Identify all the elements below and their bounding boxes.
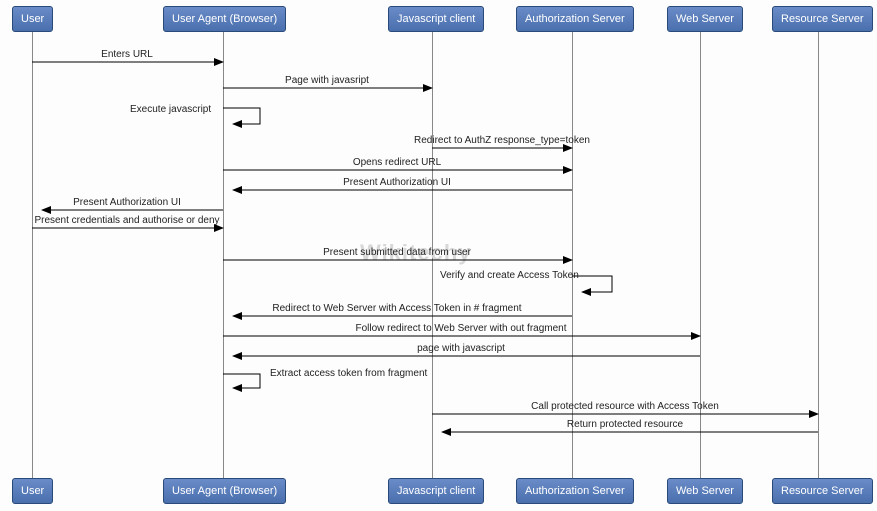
msg-return-resource: Return protected resource	[567, 419, 683, 430]
msg-exec-js: Execute javascript	[130, 104, 211, 115]
msg-page-js: Page with javasript	[285, 75, 369, 86]
participant-resource-top: Resource Server	[772, 6, 873, 32]
participant-user-top: User	[12, 6, 53, 32]
participant-browser-top: User Agent (Browser)	[163, 6, 286, 32]
lifeline-browser	[223, 32, 224, 479]
msg-page-js2: page with javascript	[417, 343, 505, 354]
participant-jsclient-top: Javascript client	[388, 6, 484, 32]
msg-redirect-authz: Redirect to AuthZ response_type=token	[414, 135, 590, 146]
lifeline-resource	[818, 32, 819, 479]
msg-enters-url: Enters URL	[101, 49, 153, 60]
participant-jsclient-bottom: Javascript client	[388, 478, 484, 504]
participant-webserver-top: Web Server	[667, 6, 743, 32]
participant-authz-bottom: Authorization Server	[516, 478, 634, 504]
participant-authz-top: Authorization Server	[516, 6, 634, 32]
msg-present-authui: Present Authorization UI	[343, 177, 451, 188]
msg-redirect-web: Redirect to Web Server with Access Token…	[272, 303, 521, 314]
msg-extract-token: Extract access token from fragment	[270, 368, 427, 379]
msg-follow-redirect: Follow redirect to Web Server with out f…	[355, 323, 566, 334]
participant-user-bottom: User	[12, 478, 53, 504]
msg-call-resource: Call protected resource with Access Toke…	[531, 401, 719, 412]
msg-opens-redirect: Opens redirect URL	[353, 157, 441, 168]
participant-webserver-bottom: Web Server	[667, 478, 743, 504]
lifeline-user	[32, 32, 33, 479]
msg-verify-token: Verify and create Access Token	[440, 270, 579, 281]
msg-present-credentials: Present credentials and authorise or den…	[34, 215, 219, 226]
participant-browser-bottom: User Agent (Browser)	[163, 478, 286, 504]
msg-present-authui-user: Present Authorization UI	[73, 197, 181, 208]
msg-submitted-data: Present submitted data from user	[323, 247, 471, 258]
participant-resource-bottom: Resource Server	[772, 478, 873, 504]
